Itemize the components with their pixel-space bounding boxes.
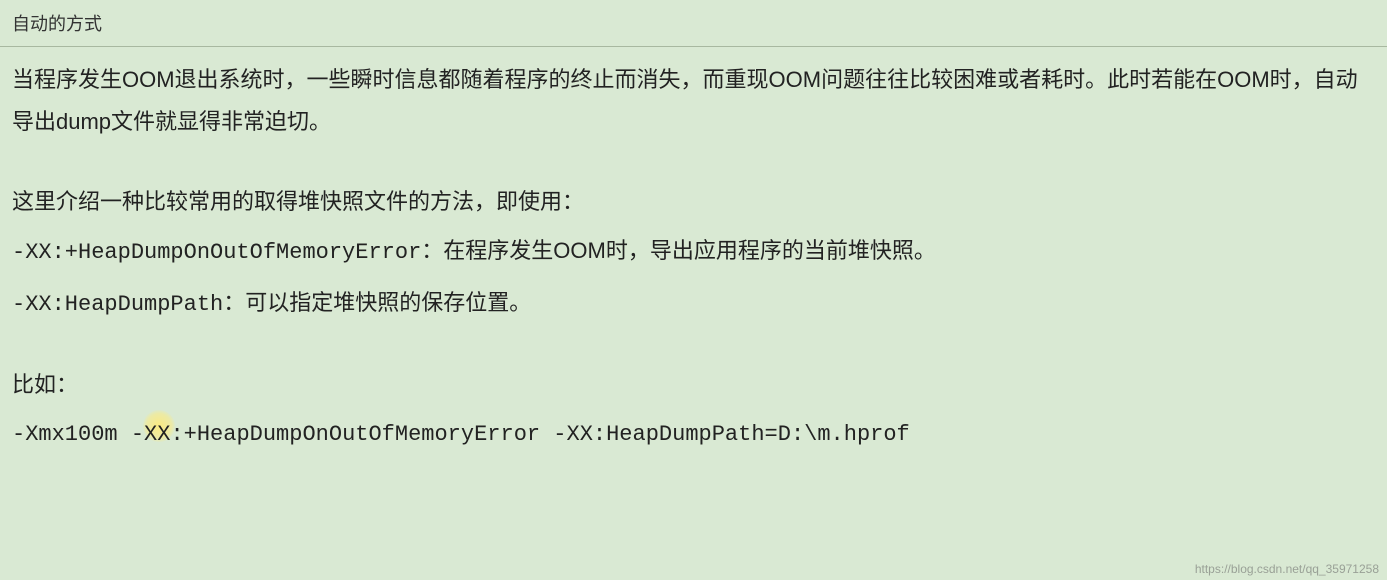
cursor-highlight-icon: X bbox=[157, 414, 170, 456]
example-label: 比如： bbox=[12, 364, 1375, 406]
watermark-text: https://blog.csdn.net/qq_35971258 bbox=[1195, 562, 1379, 576]
spacer bbox=[12, 334, 1375, 364]
option-2-flag: -XX:HeapDumpPath： bbox=[12, 292, 245, 317]
cmd-pre: -Xmx100m -X bbox=[12, 422, 157, 447]
option-1-desc: 在程序发生OOM时，导出应用程序的当前堆快照。 bbox=[443, 238, 936, 263]
example-command: -Xmx100m -XX:+HeapDumpOnOutOfMemoryError… bbox=[12, 414, 1375, 456]
spacer bbox=[12, 151, 1375, 181]
section-title: 自动的方式 bbox=[12, 14, 102, 34]
option-1-flag: -XX:+HeapDumpOnOutOfMemoryError： bbox=[12, 240, 443, 265]
content-area: 当程序发生OOM退出系统时，一些瞬时信息都随着程序的终止而消失，而重现OOM问题… bbox=[0, 47, 1387, 476]
option-1-line: -XX:+HeapDumpOnOutOfMemoryError：在程序发生OOM… bbox=[12, 230, 1375, 274]
section-header: 自动的方式 bbox=[0, 0, 1387, 47]
option-2-line: -XX:HeapDumpPath：可以指定堆快照的保存位置。 bbox=[12, 282, 1375, 326]
cmd-post: :+HeapDumpOnOutOfMemoryError -XX:HeapDum… bbox=[170, 422, 909, 447]
paragraph-method-intro: 这里介绍一种比较常用的取得堆快照文件的方法，即使用： bbox=[12, 181, 1375, 223]
paragraph-intro: 当程序发生OOM退出系统时，一些瞬时信息都随着程序的终止而消失，而重现OOM问题… bbox=[12, 59, 1375, 143]
option-2-desc: 可以指定堆快照的保存位置。 bbox=[245, 290, 531, 315]
